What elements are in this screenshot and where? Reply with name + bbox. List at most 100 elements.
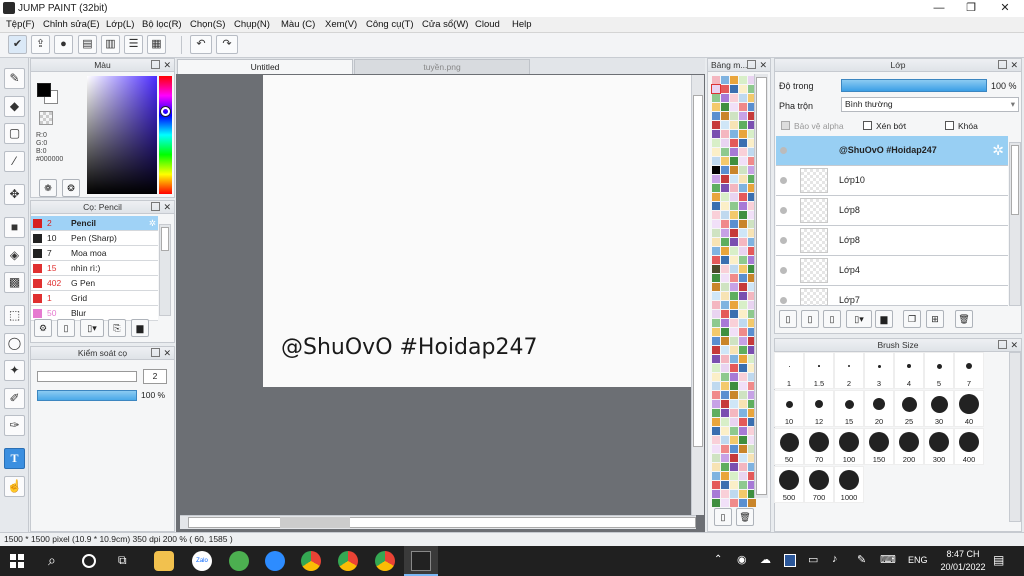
palette-swatch[interactable] [739, 382, 747, 390]
palette-swatch[interactable] [739, 166, 747, 174]
layer-row[interactable]: Lớp10 [776, 166, 1008, 196]
palette-swatch[interactable] [739, 211, 747, 219]
panel-restore-icon[interactable] [151, 202, 160, 211]
palette-swatch[interactable] [739, 292, 747, 300]
palette-swatch[interactable] [721, 346, 729, 354]
palette-swatch[interactable] [711, 84, 721, 94]
palette-swatch[interactable] [739, 175, 747, 183]
layer-opacity-slider[interactable] [841, 79, 987, 92]
zoom-icon[interactable] [265, 551, 285, 571]
brush-size-cell[interactable]: 1000 [834, 466, 864, 503]
brush-size-cell[interactable]: 500 [774, 466, 804, 503]
palette-swatch[interactable] [730, 391, 738, 399]
palette-swatch[interactable] [730, 229, 738, 237]
palette-swatch[interactable] [712, 472, 720, 480]
palette-swatch[interactable] [721, 373, 729, 381]
palette-swatch[interactable] [739, 238, 747, 246]
palette-swatch[interactable] [712, 220, 720, 228]
layer-row[interactable]: Lớp7 [776, 286, 1008, 306]
palette-swatch[interactable] [730, 148, 738, 156]
palette-swatch[interactable] [712, 175, 720, 183]
saturation-value-picker[interactable] [87, 76, 157, 194]
palette-swatch[interactable] [739, 355, 747, 363]
layer-row[interactable]: Lớp8 [776, 226, 1008, 256]
undo-icon[interactable]: ↶ [190, 35, 212, 54]
brush-size-cell[interactable]: 12 [804, 390, 834, 427]
palette-swatch[interactable] [730, 265, 738, 273]
brush-size-cell[interactable]: 30 [924, 390, 954, 427]
palette-swatch[interactable] [712, 94, 720, 102]
palette-swatch[interactable] [712, 211, 720, 219]
list-icon[interactable]: ☰ [124, 35, 143, 54]
task-view-icon[interactable]: ⧉ [118, 553, 127, 568]
brush-size-cell[interactable]: 100 [834, 428, 864, 465]
blend-mode-select[interactable]: Bình thường ▾ [841, 97, 1019, 112]
palette-swatch[interactable] [721, 166, 729, 174]
menu-view[interactable]: Xem(V) [325, 19, 357, 30]
palette-swatch[interactable] [739, 337, 747, 345]
language-indicator[interactable]: ENG [908, 555, 928, 565]
color-mix-button-icon[interactable]: ❂ [62, 179, 80, 197]
palette-swatch[interactable] [739, 283, 747, 291]
palette-swatch[interactable] [730, 121, 738, 129]
palette-swatch[interactable] [739, 427, 747, 435]
palette-swatch[interactable] [721, 301, 729, 309]
palette-swatch[interactable] [712, 112, 720, 120]
palette-swatch[interactable] [721, 247, 729, 255]
panel-close-icon[interactable]: ✕ [163, 347, 171, 360]
brush-item[interactable]: 7 Moa moa [31, 246, 158, 261]
notification-icon[interactable]: ▤ [993, 553, 1004, 567]
palette-swatch[interactable] [712, 427, 720, 435]
palette-swatch[interactable] [712, 256, 720, 264]
clock-time[interactable]: 8:47 CH [940, 549, 986, 559]
brush-size-cell[interactable]: 40 [954, 390, 984, 427]
brush-size-cell[interactable]: 1.5 [804, 352, 834, 389]
palette-swatch[interactable] [721, 391, 729, 399]
new-layer-1bit-icon[interactable]: ▯ [823, 310, 841, 328]
palette-swatch[interactable] [721, 310, 729, 318]
menu-file[interactable]: Tệp(F) [6, 19, 35, 30]
palette-swatch[interactable] [730, 499, 738, 507]
palette-page-icon[interactable]: ▯ [714, 508, 732, 526]
palette-swatch[interactable] [739, 328, 747, 336]
palette-swatch[interactable] [730, 337, 738, 345]
layer-row[interactable]: ✲ @ShuOvO #Hoidap247 [776, 136, 1008, 166]
brush-size-input[interactable]: 2 [143, 369, 167, 384]
palette-swatch[interactable] [730, 373, 738, 381]
delete-layer-icon[interactable]: 🗑 [955, 310, 973, 328]
palette-swatch[interactable] [721, 94, 729, 102]
jump-paint-taskbar-button[interactable] [404, 546, 438, 576]
palette-swatch[interactable] [721, 382, 729, 390]
brush-size-cell[interactable]: 10 [774, 390, 804, 427]
windows-start-icon[interactable] [10, 554, 24, 568]
palette-swatch[interactable] [721, 436, 729, 444]
palette-swatch[interactable] [721, 274, 729, 282]
palette-swatch[interactable] [730, 454, 738, 462]
zalo-icon[interactable]: Zalo [192, 551, 212, 571]
minimize-button[interactable]: — [924, 0, 954, 17]
palette-swatch[interactable] [739, 499, 747, 507]
palette-swatch[interactable] [730, 481, 738, 489]
brush-size-cell[interactable]: 20 [864, 390, 894, 427]
palette-swatch[interactable] [739, 373, 747, 381]
layer-visibility-icon[interactable] [780, 177, 787, 184]
canvas-paper[interactable]: @ShuOvO #Hoidap247 [263, 75, 691, 387]
palette-swatch[interactable] [739, 265, 747, 273]
new-layer-icon[interactable]: ▯ [779, 310, 797, 328]
palette-swatch[interactable] [739, 121, 747, 129]
palette-swatch[interactable] [739, 310, 747, 318]
lock-checkbox[interactable] [945, 121, 954, 130]
brush-list-scrollbar[interactable] [159, 224, 171, 316]
foreground-color-swatch[interactable] [37, 83, 51, 97]
hue-slider[interactable] [159, 76, 172, 194]
brush-size-cell[interactable]: 150 [864, 428, 894, 465]
palette-swatch[interactable] [730, 256, 738, 264]
palette-swatch[interactable] [730, 76, 738, 84]
layer-list-scrollbar[interactable] [1009, 142, 1021, 306]
palette-swatch[interactable] [712, 148, 720, 156]
palette-swatch[interactable] [721, 256, 729, 264]
transparent-color-swatch[interactable] [39, 111, 53, 125]
palette-swatch[interactable] [712, 301, 720, 309]
palette-swatch[interactable] [712, 391, 720, 399]
palette-swatch[interactable] [712, 454, 720, 462]
